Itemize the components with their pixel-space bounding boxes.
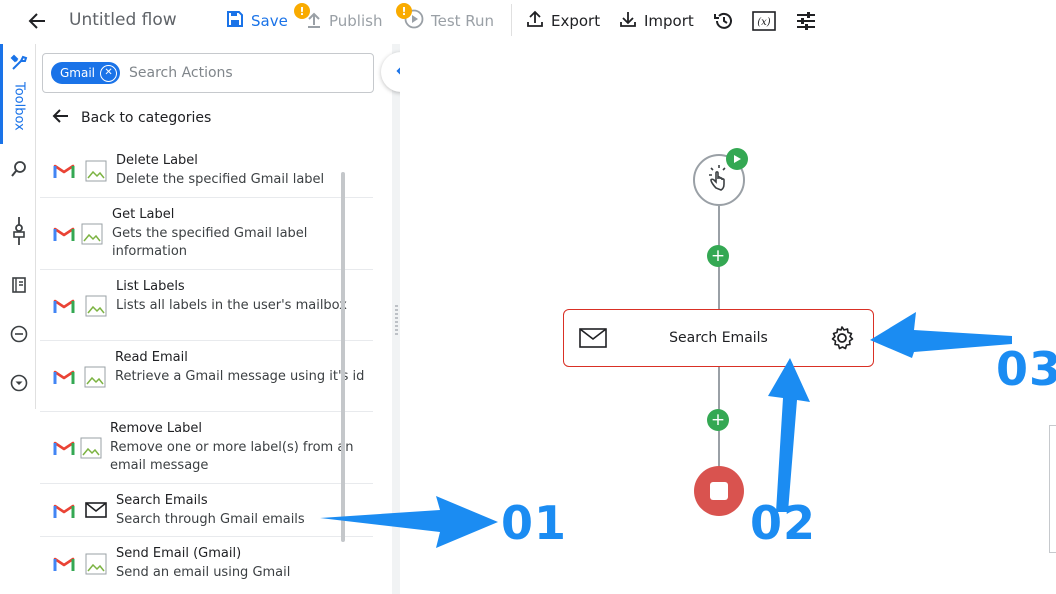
- test-run-button[interactable]: Test Run: [404, 8, 494, 34]
- minus-circle-icon[interactable]: [8, 323, 30, 345]
- notebook-icon[interactable]: [8, 274, 30, 296]
- item-title: Get Label: [112, 207, 175, 222]
- broken-image-icon: [85, 295, 107, 317]
- list-item[interactable]: Read Email Retrieve a Gmail message usin…: [40, 341, 373, 412]
- item-description: Search through Gmail emails: [116, 511, 305, 527]
- chip-label: Gmail: [60, 66, 96, 80]
- item-title: Remove Label: [110, 421, 202, 436]
- annotation-label-02: 02: [750, 496, 817, 550]
- action-node-label: Search Emails: [669, 330, 768, 346]
- settings-sliders-icon[interactable]: [793, 8, 819, 34]
- broken-image-icon: [81, 223, 103, 245]
- item-description: Retrieve a Gmail message using it's id: [115, 368, 365, 384]
- item-description: Remove one or more label(s) from an emai…: [110, 439, 354, 474]
- gmail-logo-icon: [53, 502, 75, 520]
- gmail-logo-icon: [53, 225, 75, 243]
- back-arrow-icon: [52, 108, 70, 128]
- toolbox-label: Toolbox: [11, 82, 27, 131]
- download-icon: [619, 10, 637, 32]
- connector-icon[interactable]: [8, 216, 30, 246]
- search-emails-node[interactable]: Search Emails: [563, 309, 874, 367]
- broken-image-icon: [85, 553, 107, 575]
- resize-grip-icon: [395, 305, 398, 335]
- item-title: List Labels: [116, 279, 185, 294]
- stop-square: [710, 482, 728, 500]
- item-description: Delete the specified Gmail label: [116, 171, 325, 187]
- item-title: Send Email (Gmail): [116, 546, 242, 561]
- import-label: Import: [644, 12, 694, 30]
- save-label: Save: [251, 12, 288, 30]
- search-icon[interactable]: [8, 158, 30, 180]
- top-toolbar: Untitled flow Save Publish ! Test Run ! …: [0, 0, 1056, 42]
- list-item[interactable]: Delete Label Delete the specified Gmail …: [40, 144, 373, 198]
- toolbox-panel: Gmail ✕ Back to categories Delete Label …: [36, 44, 392, 594]
- broken-image-icon: [85, 160, 107, 182]
- add-step-button[interactable]: +: [707, 245, 729, 267]
- upload-icon: [526, 10, 544, 32]
- item-description: Lists all labels in the user's mailbox: [116, 297, 347, 313]
- history-icon[interactable]: [711, 8, 737, 34]
- publish-warning-icon: !: [294, 3, 310, 19]
- gmail-logo-icon: [53, 297, 75, 315]
- test-run-label: Test Run: [431, 12, 495, 30]
- mail-icon: [85, 501, 107, 523]
- item-description: Gets the specified Gmail label informati…: [112, 225, 308, 260]
- export-label: Export: [551, 12, 601, 30]
- annotation-label-03: 03: [996, 342, 1056, 396]
- broken-image-icon: [84, 366, 106, 388]
- item-title: Search Emails: [116, 493, 208, 508]
- variables-icon[interactable]: (x): [751, 8, 777, 34]
- list-item[interactable]: Get Label Gets the specified Gmail label…: [40, 198, 373, 270]
- broken-image-icon: [80, 437, 102, 459]
- item-title: Read Email: [115, 350, 188, 365]
- toolbar-divider: [511, 4, 512, 36]
- action-list: Delete Label Delete the specified Gmail …: [40, 144, 373, 594]
- back-arrow-icon[interactable]: [22, 7, 52, 35]
- save-icon: [226, 10, 244, 32]
- list-item[interactable]: Send Email (Gmail) Send an email using G…: [40, 537, 373, 591]
- list-item[interactable]: Search Emails Search through Gmail email…: [40, 484, 373, 537]
- flow-title[interactable]: Untitled flow: [69, 10, 177, 30]
- end-node-stop-icon[interactable]: [694, 466, 744, 516]
- list-item[interactable]: Remove Label Remove one or more label(s)…: [40, 412, 373, 484]
- search-input[interactable]: [129, 65, 320, 81]
- export-button[interactable]: Export: [526, 8, 600, 34]
- gear-icon[interactable]: [829, 325, 855, 355]
- toolbox-icon: [10, 54, 28, 76]
- item-title: Delete Label: [116, 153, 198, 168]
- publish-button[interactable]: Publish: [306, 8, 382, 34]
- rail-toolbox-tab[interactable]: Toolbox: [6, 54, 32, 144]
- import-button[interactable]: Import: [619, 8, 694, 34]
- publish-label: Publish: [329, 12, 383, 30]
- click-hand-icon: [705, 164, 733, 196]
- chevron-circle-icon[interactable]: [8, 372, 30, 394]
- gmail-filter-chip[interactable]: Gmail ✕: [51, 62, 121, 84]
- back-to-categories-label: Back to categories: [81, 110, 212, 126]
- list-scrollbar[interactable]: [341, 172, 345, 542]
- add-step-button[interactable]: +: [707, 409, 729, 431]
- annotation-label-01: 01: [501, 496, 568, 550]
- list-item[interactable]: List Labels Lists all labels in the user…: [40, 270, 373, 341]
- test-run-warning-icon: !: [396, 3, 412, 19]
- gmail-logo-icon: [53, 555, 75, 573]
- action-search-box[interactable]: Gmail ✕: [42, 53, 374, 93]
- gmail-logo-icon: [53, 439, 75, 457]
- chip-close-icon[interactable]: ✕: [100, 64, 118, 82]
- gmail-logo-icon: [53, 162, 75, 180]
- item-description: Send an email using Gmail: [116, 564, 291, 580]
- save-button[interactable]: Save: [226, 8, 288, 34]
- svg-text:(x): (x): [757, 17, 771, 28]
- gmail-logo-icon: [53, 368, 75, 386]
- play-icon[interactable]: [726, 148, 748, 170]
- minimap-edge: [1049, 425, 1056, 553]
- rail-active-indicator: [0, 44, 3, 144]
- back-to-categories-link[interactable]: Back to categories: [52, 108, 211, 128]
